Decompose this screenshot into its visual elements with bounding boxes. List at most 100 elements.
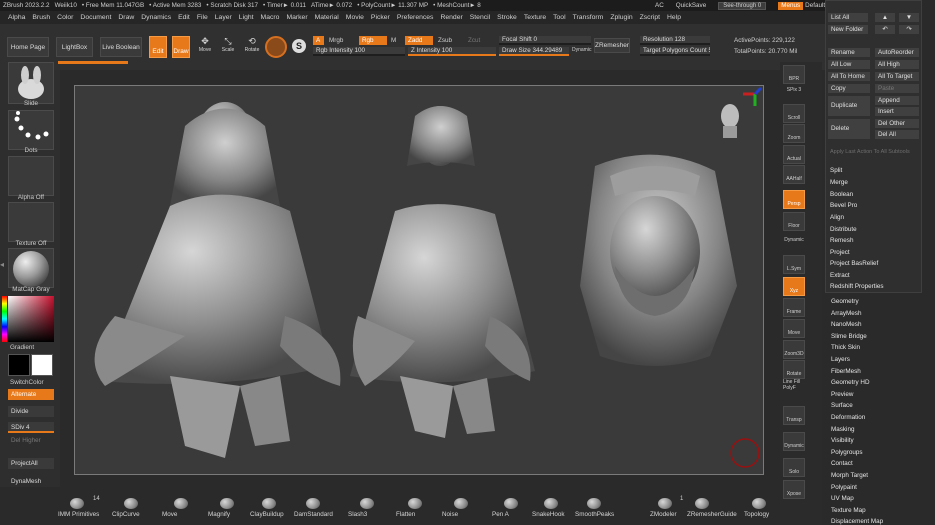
menus-toggle[interactable]: Menus: [778, 1, 804, 10]
bpr-button[interactable]: BPR: [783, 65, 805, 84]
orientation-head-icon[interactable]: [721, 104, 739, 138]
brush-slash3-icon[interactable]: [356, 495, 378, 511]
menu-light[interactable]: Light: [239, 14, 254, 21]
undo-icon[interactable]: ↶: [875, 25, 895, 34]
brush-label[interactable]: SmoothPeaks: [575, 511, 614, 518]
new-folder-button[interactable]: New Folder: [828, 25, 868, 34]
menu-preferences[interactable]: Preferences: [397, 14, 434, 21]
brush-snakehook-icon[interactable]: [540, 495, 562, 511]
rgb-toggle[interactable]: Rgb: [359, 36, 387, 45]
see-through-slider[interactable]: See-through 0: [718, 1, 767, 10]
brush-label[interactable]: Flatten: [396, 511, 415, 518]
menu-edit[interactable]: Edit: [178, 14, 190, 21]
dynamic2-button[interactable]: Dynamic: [783, 432, 805, 451]
m-toggle[interactable]: M: [391, 37, 396, 44]
menu-marker[interactable]: Marker: [286, 14, 307, 21]
del-higher-button[interactable]: Del Higher: [8, 435, 54, 446]
move-button[interactable]: ✥ Move: [196, 36, 214, 58]
lsym-button[interactable]: L.Sym: [783, 255, 805, 274]
scroll-button[interactable]: Scroll: [783, 104, 805, 123]
a-toggle[interactable]: A: [313, 36, 324, 45]
move-button[interactable]: Move: [783, 319, 805, 338]
all-to-home-button[interactable]: All To Home: [828, 72, 870, 81]
section-contact[interactable]: Contact: [831, 460, 853, 467]
project-all-button[interactable]: ProjectAll: [8, 458, 54, 469]
brush-label[interactable]: ClayBuildup: [250, 511, 284, 518]
brush-magnify-icon[interactable]: [216, 495, 238, 511]
alternate-toggle[interactable]: Alternate: [8, 389, 54, 400]
edit-button[interactable]: Edit: [149, 36, 167, 58]
color-picker[interactable]: [8, 296, 54, 342]
bevel-pro-section[interactable]: Bevel Pro: [830, 202, 857, 209]
main-color-swatch[interactable]: [8, 354, 30, 376]
menu-transform[interactable]: Transform: [573, 14, 604, 21]
axis-gizmo-icon[interactable]: [743, 86, 763, 106]
switchcolor-button[interactable]: SwitchColor: [8, 379, 54, 386]
spotlight-icon[interactable]: S: [292, 39, 306, 53]
menu-zscript[interactable]: Zscript: [640, 14, 660, 21]
brush-label[interactable]: Slash3: [348, 511, 367, 518]
copy-button[interactable]: Copy: [828, 84, 870, 93]
mrgb-toggle[interactable]: Mrgb: [329, 37, 343, 44]
menu-material[interactable]: Material: [315, 14, 339, 21]
rename-button[interactable]: Rename: [828, 48, 870, 57]
section-texture-map[interactable]: Texture Map: [831, 507, 866, 514]
arrow-up-icon[interactable]: ▲: [875, 13, 895, 22]
menu-stencil[interactable]: Stencil: [470, 14, 490, 21]
all-to-target-button[interactable]: All To Target: [875, 72, 919, 81]
menu-layer[interactable]: Layer: [215, 14, 232, 21]
align-section[interactable]: Align: [830, 214, 844, 221]
stroke-thumbnail[interactable]: [8, 110, 54, 150]
menu-stroke[interactable]: Stroke: [497, 14, 517, 21]
brush-label[interactable]: Noise: [442, 511, 458, 518]
menu-texture[interactable]: Texture: [524, 14, 546, 21]
spix-button[interactable]: SPix 3: [783, 84, 805, 94]
section-arraymesh[interactable]: ArrayMesh: [831, 310, 861, 317]
section-layers[interactable]: Layers: [831, 356, 850, 363]
matcap-thumbnail[interactable]: [8, 248, 54, 288]
menu-picker[interactable]: Picker: [371, 14, 390, 21]
brush-zremesherguide-icon[interactable]: [691, 495, 713, 511]
section-fibermesh[interactable]: FiberMesh: [831, 368, 861, 375]
insert-button[interactable]: Insert: [875, 107, 919, 116]
menu-color[interactable]: Color: [57, 14, 73, 21]
transp-button[interactable]: Transp: [783, 406, 805, 425]
paste-button[interactable]: Paste: [875, 84, 919, 93]
rotate-button[interactable]: Rotate: [783, 360, 805, 379]
brush-zmodeler-icon[interactable]: [654, 495, 676, 511]
brush-label[interactable]: ClipCurve: [112, 511, 140, 518]
all-high-button[interactable]: All High: [875, 60, 919, 69]
zoom-button[interactable]: Zoom: [783, 124, 805, 143]
section-displacement-map[interactable]: Displacement Map: [831, 518, 883, 525]
lightbox-button[interactable]: LightBox: [56, 37, 93, 57]
resolution-slider[interactable]: Resolution 128: [640, 36, 710, 45]
dynamic-toggle[interactable]: Dynamic: [572, 47, 591, 53]
remesh-section[interactable]: Remesh: [830, 237, 853, 244]
brush-label[interactable]: Pen A: [492, 511, 509, 518]
quicksave-button[interactable]: QuickSave: [676, 2, 706, 9]
scale-button[interactable]: ⤡ Scale: [219, 36, 237, 58]
menu-tool[interactable]: Tool: [553, 14, 565, 21]
brush-pen-a-icon[interactable]: [500, 495, 522, 511]
menu-dynamics[interactable]: Dynamics: [141, 14, 171, 21]
append-button[interactable]: Append: [875, 96, 919, 105]
section-nanomesh[interactable]: NanoMesh: [831, 321, 861, 328]
floor-button[interactable]: Floor: [783, 212, 805, 231]
menu-movie[interactable]: Movie: [346, 14, 364, 21]
zadd-toggle[interactable]: Zadd: [405, 36, 433, 45]
project-basrelief-section[interactable]: Project BasRelief: [830, 260, 878, 267]
viewport-canvas[interactable]: [74, 85, 764, 475]
actual-button[interactable]: Actual: [783, 145, 805, 164]
section-geometry-hd[interactable]: Geometry HD: [831, 379, 870, 386]
menu-brush[interactable]: Brush: [32, 14, 50, 21]
zsub-toggle[interactable]: Zsub: [438, 37, 452, 44]
focal-shift-slider[interactable]: Focal Shift 0: [499, 36, 591, 45]
zcut-toggle[interactable]: Zcut: [468, 37, 480, 44]
section-polygroups[interactable]: Polygroups: [831, 449, 863, 456]
solo-button[interactable]: Solo: [783, 458, 805, 477]
menu-help[interactable]: Help: [667, 14, 681, 21]
project-section[interactable]: Project: [830, 249, 850, 256]
merge-section[interactable]: Merge: [830, 179, 848, 186]
linefill-button[interactable]: Line Fill PolyF: [783, 379, 805, 392]
brush-label[interactable]: DamStandard: [294, 511, 333, 518]
